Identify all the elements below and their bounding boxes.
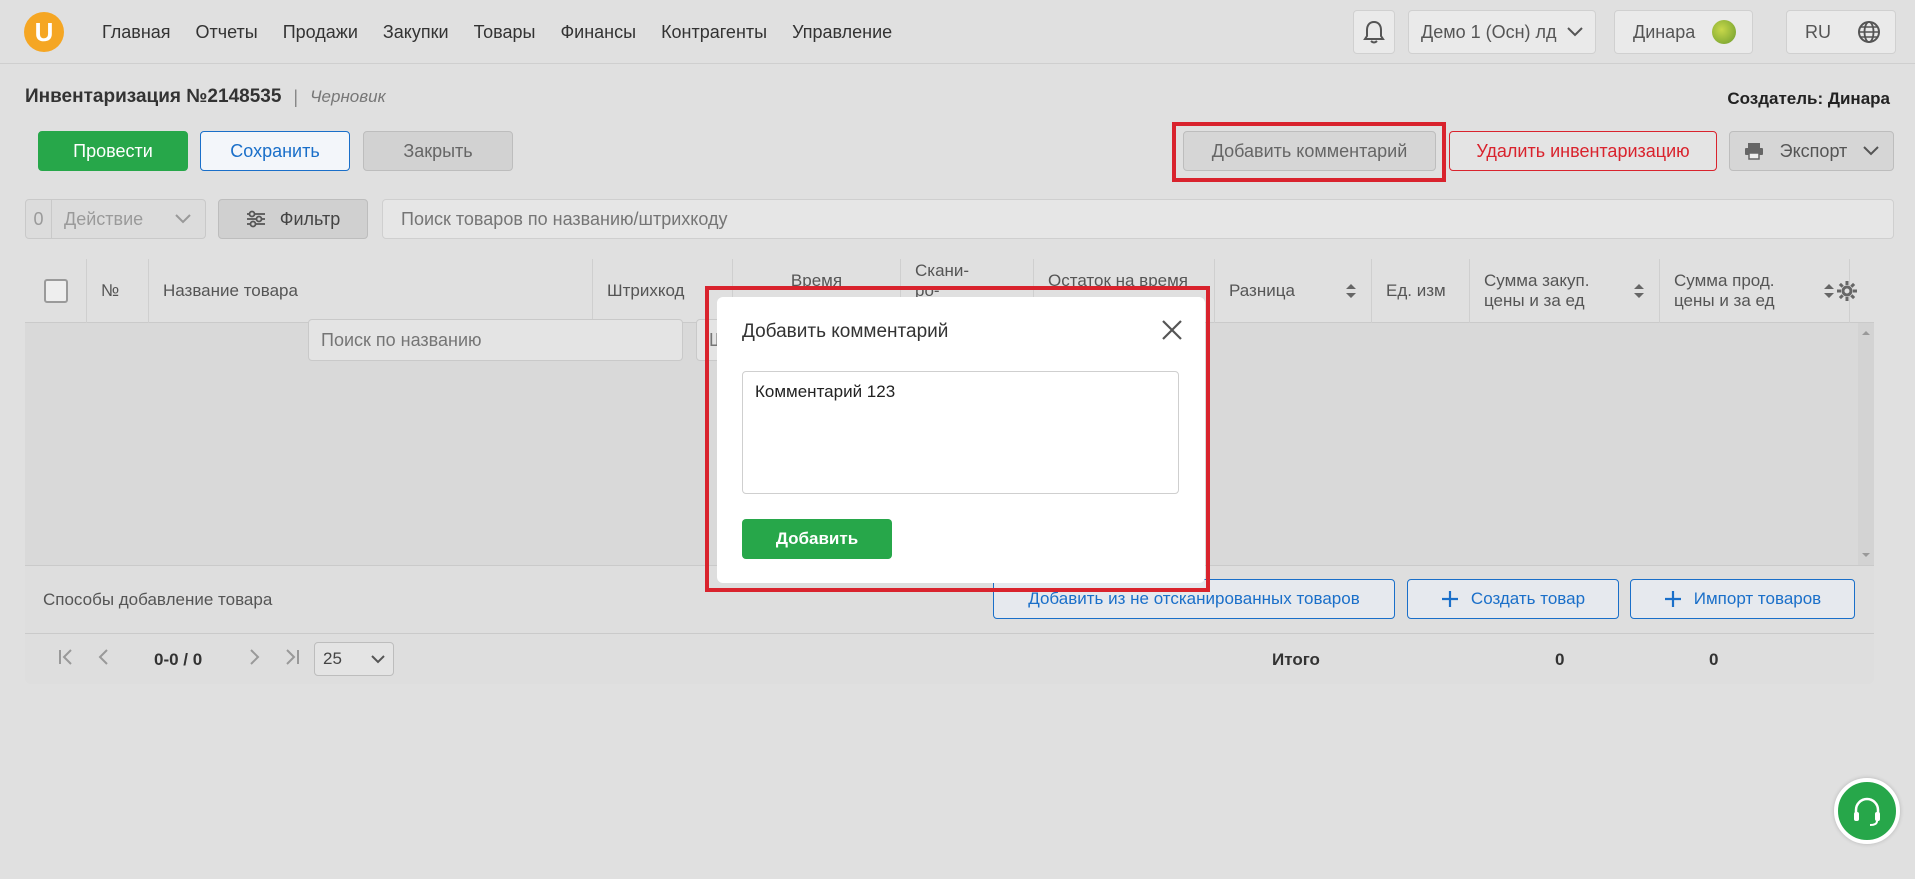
main-nav: Главная Отчеты Продажи Закупки Товары Фи…	[102, 0, 892, 64]
page-header: Инвентаризация №2148535 | Черновик	[25, 86, 386, 108]
chevron-down-icon	[1863, 146, 1879, 156]
plus-icon	[1441, 591, 1458, 607]
add-comment-modal: Добавить комментарий Комментарий 123 Доб…	[717, 297, 1205, 583]
title-separator: |	[293, 86, 299, 107]
col-product-name[interactable]: Название товара	[149, 259, 593, 323]
chevron-down-icon	[175, 214, 191, 224]
col-difference[interactable]: Разница	[1215, 259, 1372, 323]
close-button[interactable]: Закрыть	[363, 131, 513, 171]
nav-products[interactable]: Товары	[474, 22, 536, 43]
import-products-button[interactable]: Импорт товаров	[1630, 579, 1855, 619]
next-page-icon[interactable]	[245, 648, 263, 666]
action-label: Действие	[64, 208, 144, 229]
sort-icon[interactable]	[1345, 283, 1357, 299]
add-comment-button[interactable]: Добавить комментарий	[1183, 131, 1436, 171]
avatar	[1712, 20, 1736, 44]
scroll-down-icon[interactable]	[1858, 549, 1874, 561]
headset-icon	[1854, 797, 1880, 826]
product-search-input[interactable]	[382, 199, 1894, 239]
table-scrollbar[interactable]	[1858, 323, 1874, 565]
prev-page-icon[interactable]	[95, 648, 113, 666]
gear-icon[interactable]	[1836, 280, 1858, 302]
export-label: Экспорт	[1779, 140, 1848, 161]
conduct-button[interactable]: Провести	[38, 131, 188, 171]
sort-icon[interactable]	[1633, 283, 1645, 299]
chevron-down-icon	[1567, 27, 1583, 37]
col-difference-label: Разница	[1229, 280, 1295, 300]
comment-textarea[interactable]: Комментарий 123	[742, 371, 1179, 494]
filter-label: Фильтр	[279, 208, 341, 229]
company-name: Демо 1 (Осн) лд	[1421, 21, 1557, 42]
page-title: Инвентаризация №2148535	[25, 86, 282, 107]
delete-inventory-button[interactable]: Удалить инвентаризацию	[1449, 131, 1717, 171]
add-by-name-input[interactable]	[308, 319, 683, 361]
create-product-button[interactable]: Создать товар	[1407, 579, 1619, 619]
import-products-label: Импорт товаров	[1693, 589, 1822, 608]
add-methods-label: Способы добавление товара	[43, 590, 273, 609]
total-label: Итого	[1272, 650, 1320, 669]
top-navbar: U Главная Отчеты Продажи Закупки Товары …	[0, 0, 1915, 64]
nav-home[interactable]: Главная	[102, 22, 171, 43]
company-selector[interactable]: Демо 1 (Осн) лд	[1408, 10, 1596, 54]
page-size-value: 25	[323, 649, 342, 668]
plus-icon	[1664, 591, 1681, 607]
add-comment-submit-button[interactable]: Добавить	[742, 519, 892, 559]
col-settings-cell	[1837, 259, 1874, 323]
pagination-range: 0-0 / 0	[154, 650, 203, 669]
nav-reports[interactable]: Отчеты	[196, 22, 258, 43]
sliders-icon	[246, 210, 265, 228]
creator-label: Создатель: Динара	[1727, 89, 1890, 108]
filter-button[interactable]: Фильтр	[218, 199, 368, 239]
user-name: Динара	[1633, 21, 1696, 42]
col-purchase-sum[interactable]: Сумма закуп. цены и за ед	[1470, 259, 1660, 323]
chevron-down-icon	[371, 654, 385, 663]
nav-purchases[interactable]: Закупки	[383, 22, 449, 43]
last-page-icon[interactable]	[283, 648, 301, 666]
modal-title: Добавить комментарий	[742, 321, 949, 342]
page-size-select[interactable]: 25	[314, 642, 394, 676]
user-menu[interactable]: Динара	[1614, 10, 1753, 54]
sort-icon[interactable]	[1823, 283, 1835, 299]
col-sale-sum-label: Сумма прод. цены и за ед	[1674, 270, 1775, 310]
total-sale-value: 0	[1709, 650, 1719, 669]
nav-finance[interactable]: Финансы	[560, 22, 636, 43]
language-code: RU	[1805, 21, 1831, 42]
nav-counterparties[interactable]: Контрагенты	[661, 22, 767, 43]
globe-icon	[1858, 21, 1880, 43]
nav-sales[interactable]: Продажи	[283, 22, 358, 43]
col-unit[interactable]: Ед. изм	[1372, 259, 1470, 323]
support-button[interactable]	[1834, 778, 1900, 844]
printer-icon	[1745, 143, 1763, 160]
nav-management[interactable]: Управление	[792, 22, 892, 43]
language-selector[interactable]: RU	[1786, 10, 1896, 54]
selected-count: 0	[26, 200, 52, 238]
first-page-icon[interactable]	[57, 648, 75, 666]
col-sale-sum[interactable]: Сумма прод. цены и за ед	[1660, 259, 1850, 323]
save-button[interactable]: Сохранить	[200, 131, 350, 171]
scroll-up-icon[interactable]	[1858, 327, 1874, 339]
app-logo[interactable]: U	[24, 12, 64, 52]
bell-icon	[1363, 20, 1385, 44]
total-purchase-value: 0	[1555, 650, 1565, 669]
close-icon[interactable]	[1161, 319, 1183, 341]
create-product-label: Создать товар	[1470, 589, 1586, 608]
col-purchase-sum-label: Сумма закуп. цены и за ед	[1484, 270, 1590, 310]
select-all-cell	[25, 259, 87, 323]
bulk-action-select[interactable]: 0 Действие	[25, 199, 206, 239]
export-button[interactable]: Экспорт	[1729, 131, 1894, 171]
status-badge: Черновик	[310, 87, 386, 106]
pagination-row: 0-0 / 0 25 Итого 0 0	[25, 633, 1874, 684]
col-number[interactable]: №	[87, 259, 149, 323]
select-all-checkbox[interactable]	[43, 279, 68, 303]
notifications-button[interactable]	[1353, 10, 1395, 54]
